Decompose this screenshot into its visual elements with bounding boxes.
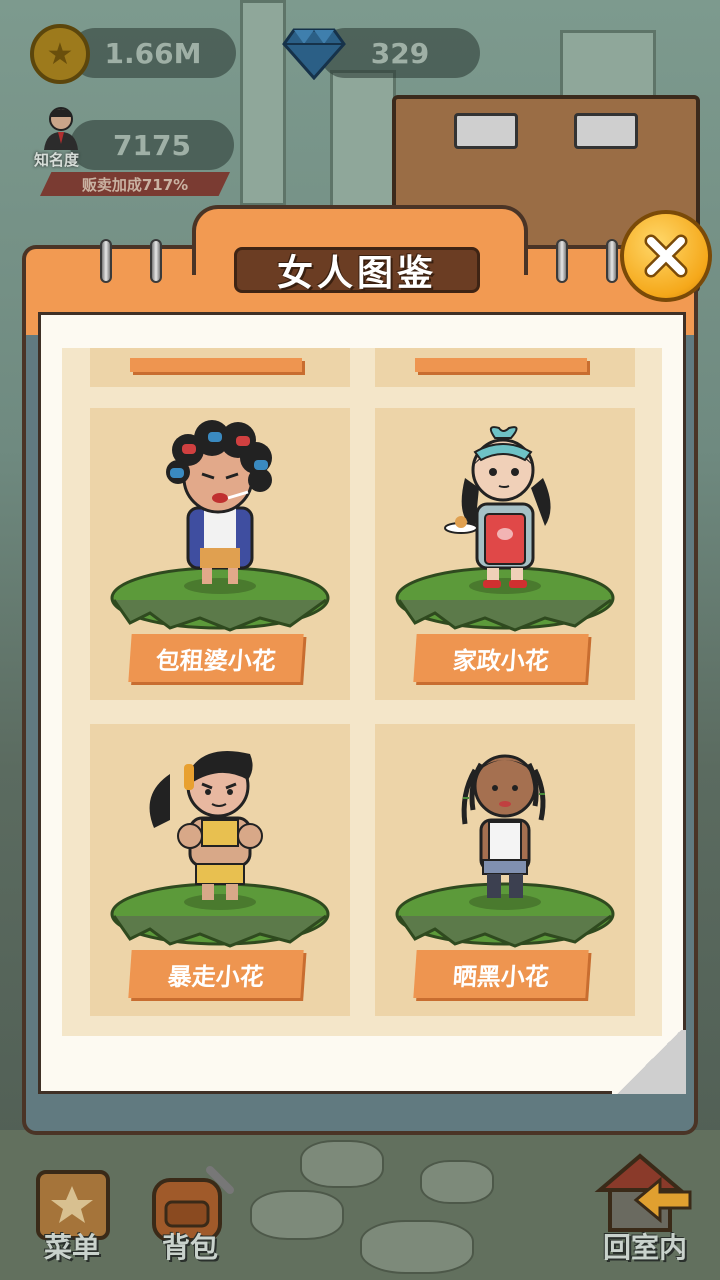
list-item-partial[interactable] [90, 1028, 350, 1036]
gem-amount: 329 [370, 36, 430, 70]
stone [300, 1140, 384, 1188]
housekeeper-character-icon [395, 426, 615, 632]
ac-vent-icon [574, 113, 638, 149]
coin-counter[interactable]: 1.66M [70, 28, 236, 78]
list-item-partial[interactable] [375, 348, 635, 387]
character-card-landlady[interactable]: 包租婆小花 [90, 408, 350, 700]
diamond-icon [282, 28, 346, 80]
menu-label: 菜单 [43, 1231, 100, 1264]
binder-ring-icon [556, 239, 568, 283]
tanned-woman-character-icon [395, 754, 615, 948]
muscular-woman-character-icon [110, 751, 330, 948]
card-label: 家政小花 [413, 634, 589, 682]
ac-vent-icon [454, 113, 518, 149]
avatar-icon [44, 107, 78, 150]
return-indoor-button[interactable]: 回室内 [590, 1153, 700, 1270]
fame-counter[interactable]: 7175 [70, 120, 234, 170]
bag-label: 背包 [161, 1231, 218, 1264]
menu-button[interactable]: 菜单 [22, 1170, 122, 1270]
binder-ring-icon [100, 239, 112, 283]
return-indoor-label: 回室内 [602, 1231, 687, 1264]
fame-amount: 7175 [113, 128, 191, 162]
character-card-muscular[interactable]: 暴走小花 [90, 724, 350, 1016]
card-label: 包租婆小花 [128, 634, 304, 682]
character-card-housekeeper[interactable]: 家政小花 [375, 408, 635, 700]
close-button[interactable] [620, 210, 712, 302]
stone [360, 1220, 474, 1274]
character-card-tanned[interactable]: 晒黑小花 [375, 724, 635, 1016]
stone [250, 1190, 344, 1240]
modal-title-plate: 女人图鉴 [234, 247, 480, 294]
landlady-character-icon [110, 420, 330, 632]
modal-title: 女人图鉴 [276, 253, 437, 294]
card-label-partial [415, 358, 587, 372]
fame-label: 知名度 [34, 151, 80, 169]
page-fold [612, 1030, 686, 1094]
card-label-partial [130, 358, 302, 372]
coin-icon: ★ [30, 24, 90, 84]
sales-bonus-banner: 贩卖加成717% [40, 172, 230, 196]
card-label: 暴走小花 [128, 950, 304, 998]
card-label: 晒黑小花 [413, 950, 589, 998]
stone [420, 1160, 494, 1204]
binder-ring-icon [150, 239, 162, 283]
collection-scroll-area[interactable]: 包租婆小花 家政小花 暴走小花 晒黑小花 [62, 348, 662, 1036]
tower [240, 0, 286, 206]
list-item-partial[interactable] [90, 348, 350, 387]
coin-amount: 1.66M [104, 36, 202, 70]
binder-ring-icon [606, 239, 618, 283]
bag-button[interactable]: 背包 [140, 1166, 240, 1270]
close-icon [644, 234, 688, 278]
